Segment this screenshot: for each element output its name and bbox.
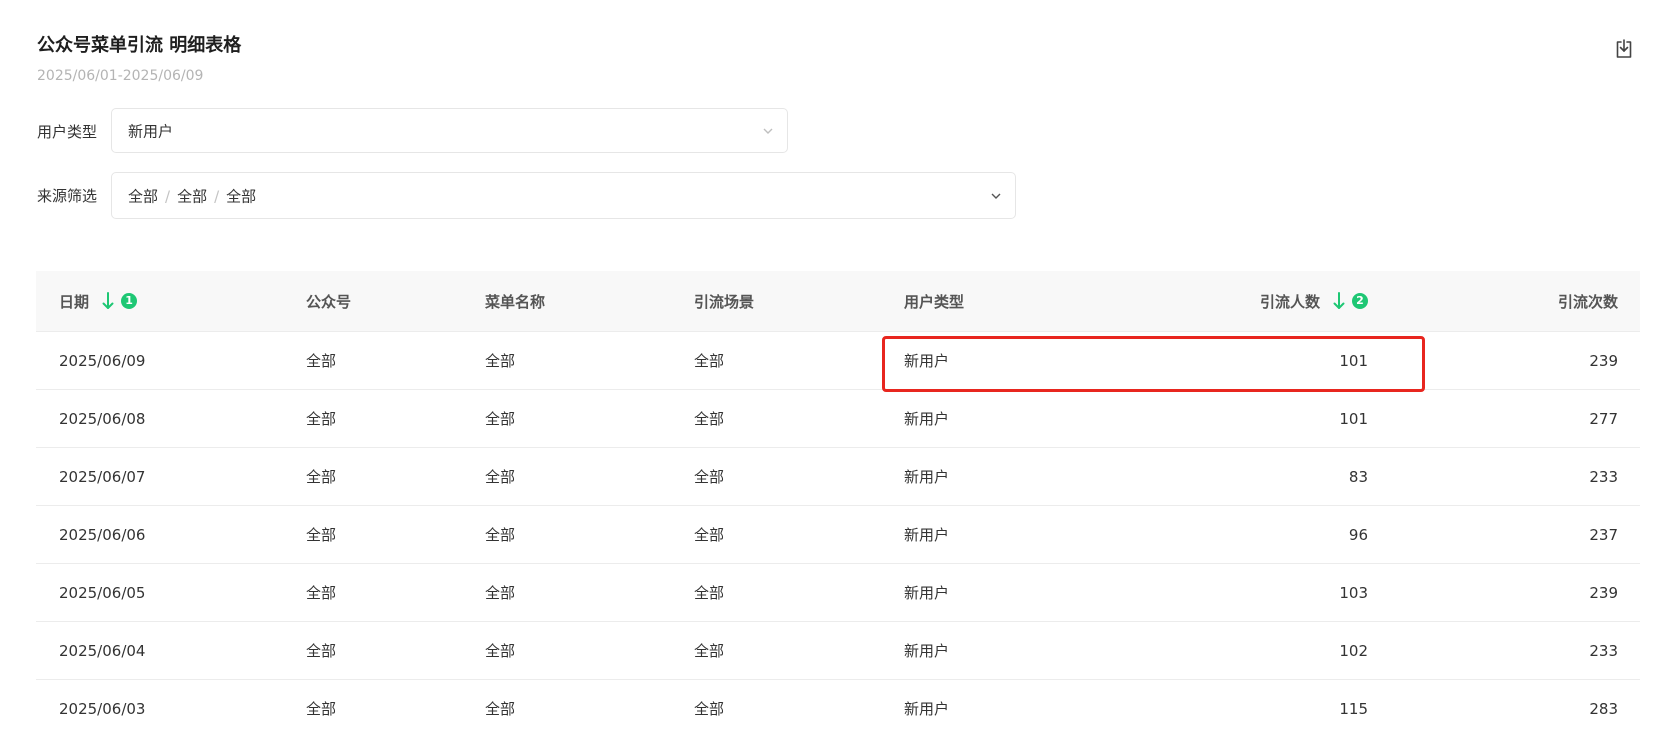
path-separator: /	[214, 187, 220, 205]
export-button[interactable]	[1612, 37, 1636, 61]
cell-user-type: 新用户	[904, 642, 950, 660]
cell-account: 全部	[306, 584, 337, 602]
source-path: 全部 / 全部 / 全部	[128, 185, 256, 206]
user-type-value: 新用户	[128, 122, 174, 140]
chevron-down-icon	[991, 193, 1001, 199]
chevron-down-icon	[763, 128, 773, 134]
table-row: 2025/06/06 全部 全部 全部 新用户 96 237	[36, 506, 1640, 564]
cell-menu-name: 全部	[485, 410, 516, 428]
cell-account: 全部	[306, 410, 337, 428]
column-header-user-type: 用户类型	[904, 292, 965, 311]
table-row: 2025/06/04 全部 全部 全部 新用户 102 233	[36, 622, 1640, 680]
cell-menu-name: 全部	[485, 352, 516, 370]
cell-people: 115	[1339, 699, 1368, 718]
table-header: 日期 1 公众号 菜单名称 引流场景 用户类型 引流人数 2 引流次数	[36, 271, 1640, 332]
table-row: 2025/06/05 全部 全部 全部 新用户 103 239	[36, 564, 1640, 622]
cell-menu-name: 全部	[485, 642, 516, 660]
sort-order-badge: 1	[121, 293, 138, 309]
cell-times: 277	[1589, 409, 1618, 428]
table-row: 2025/06/07 全部 全部 全部 新用户 83 233	[36, 448, 1640, 506]
cell-date: 2025/06/07	[59, 467, 146, 486]
user-type-label: 用户类型	[37, 123, 98, 141]
cell-people: 103	[1339, 583, 1368, 602]
cell-date: 2025/06/05	[59, 583, 146, 602]
cell-scene: 全部	[694, 526, 725, 544]
cell-people: 83	[1348, 467, 1368, 486]
sort-indicator-date[interactable]: 1	[101, 291, 138, 311]
cell-date: 2025/06/04	[59, 641, 146, 660]
cell-scene: 全部	[694, 584, 725, 602]
source-cascader[interactable]: 全部 / 全部 / 全部	[111, 172, 1016, 219]
cell-user-type: 新用户	[904, 700, 950, 718]
cell-menu-name: 全部	[485, 526, 516, 544]
arrow-down-icon	[1333, 292, 1345, 309]
download-icon	[1616, 39, 1632, 58]
date-range: 2025/06/01-2025/06/09	[37, 68, 204, 84]
cell-account: 全部	[306, 642, 337, 660]
cell-account: 全部	[306, 468, 337, 486]
cell-scene: 全部	[694, 468, 725, 486]
cell-times: 233	[1589, 467, 1618, 486]
source-level-3: 全部	[226, 187, 257, 205]
source-level-1: 全部	[128, 187, 159, 205]
page: 公众号菜单引流 明细表格 2025/06/01-2025/06/09 用户类型 …	[0, 0, 1677, 737]
cell-scene: 全部	[694, 410, 725, 428]
page-title: 公众号菜单引流 明细表格	[37, 35, 242, 56]
cell-user-type: 新用户	[904, 584, 950, 602]
path-separator: /	[165, 187, 171, 205]
column-header-times: 引流次数	[1557, 292, 1618, 311]
source-filter-label: 来源筛选	[37, 187, 98, 205]
column-header-menu-name: 菜单名称	[485, 292, 546, 311]
cell-people: 102	[1339, 641, 1368, 660]
cell-menu-name: 全部	[485, 468, 516, 486]
cell-times: 233	[1589, 641, 1618, 660]
cell-user-type: 新用户	[904, 468, 950, 486]
sort-indicator-people[interactable]: 2	[1332, 291, 1368, 311]
cell-account: 全部	[306, 526, 337, 544]
arrow-down-icon	[102, 292, 114, 309]
cell-scene: 全部	[694, 700, 725, 718]
table-row: 2025/06/09 全部 全部 全部 新用户 101 239	[36, 332, 1640, 390]
table-row: 2025/06/08 全部 全部 全部 新用户 101 277	[36, 390, 1640, 448]
column-header-account: 公众号	[306, 292, 352, 311]
column-header-scene: 引流场景	[694, 292, 755, 311]
cell-people: 101	[1339, 351, 1368, 370]
cell-date: 2025/06/03	[59, 699, 146, 718]
sort-order-badge: 2	[1352, 293, 1368, 309]
cell-people: 96	[1348, 525, 1368, 544]
cell-scene: 全部	[694, 642, 725, 660]
table-row: 2025/06/03 全部 全部 全部 新用户 115 283	[36, 680, 1640, 737]
cell-account: 全部	[306, 700, 337, 718]
cell-times: 237	[1589, 525, 1618, 544]
cell-times: 239	[1589, 351, 1618, 370]
cell-people: 101	[1339, 409, 1368, 428]
cell-date: 2025/06/09	[59, 351, 146, 370]
column-header-date-label: 日期	[59, 292, 90, 311]
column-header-date[interactable]: 日期 1	[59, 271, 138, 331]
cell-date: 2025/06/06	[59, 525, 146, 544]
cell-user-type: 新用户	[904, 526, 950, 544]
cell-user-type: 新用户	[904, 410, 950, 428]
cell-times: 283	[1589, 699, 1618, 718]
cell-scene: 全部	[694, 352, 725, 370]
user-type-select[interactable]: 新用户	[111, 108, 788, 153]
cell-date: 2025/06/08	[59, 409, 146, 428]
cell-menu-name: 全部	[485, 700, 516, 718]
cell-menu-name: 全部	[485, 584, 516, 602]
source-level-2: 全部	[177, 187, 208, 205]
cell-user-type: 新用户	[904, 352, 950, 370]
detail-table: 日期 1 公众号 菜单名称 引流场景 用户类型 引流人数 2 引流次数 2025…	[36, 271, 1640, 737]
cell-times: 239	[1589, 583, 1618, 602]
cell-account: 全部	[306, 352, 337, 370]
column-header-people-label: 引流人数	[1259, 292, 1320, 311]
column-header-people[interactable]: 引流人数 2	[1260, 271, 1368, 331]
